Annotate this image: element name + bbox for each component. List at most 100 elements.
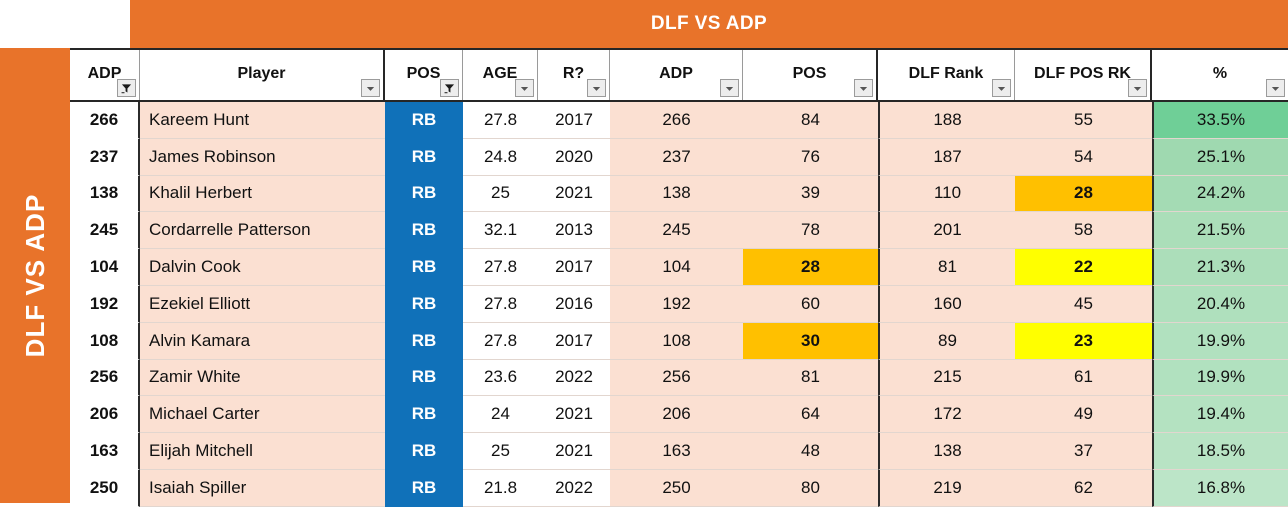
cell-dlf-pos-rk[interactable]: 54 — [1015, 138, 1152, 176]
cell-player[interactable]: Isaiah Spiller — [140, 469, 385, 507]
cell-player[interactable]: Alvin Kamara — [140, 322, 385, 360]
table-row[interactable]: 104 Dalvin Cook RB 27.8 2017 104 28 81 22 21.3% — [70, 249, 1288, 286]
cell-adp[interactable]: 245 — [610, 212, 743, 250]
cell-dlf-rank[interactable]: 215 — [878, 359, 1015, 397]
chevron-down-icon[interactable] — [720, 79, 739, 97]
cell-player[interactable]: James Robinson — [140, 138, 385, 176]
cell-position[interactable]: RB — [385, 138, 463, 176]
cell-percent[interactable]: 19.9% — [1152, 359, 1288, 397]
cell-rookie-year[interactable]: 2017 — [538, 102, 610, 139]
cell-player[interactable]: Elijah Mitchell — [140, 433, 385, 470]
cell-dlf-pos-rk[interactable]: 37 — [1015, 433, 1152, 470]
table-row[interactable]: 256 Zamir White RB 23.6 2022 256 81 215 61 19.9% — [70, 359, 1288, 397]
cell-percent[interactable]: 21.3% — [1152, 249, 1288, 286]
cell-dlf-rank[interactable]: 89 — [878, 322, 1015, 360]
cell-position[interactable]: RB — [385, 359, 463, 397]
cell-percent[interactable]: 25.1% — [1152, 138, 1288, 176]
cell-pos-rank[interactable]: 84 — [743, 102, 878, 139]
filter-icon[interactable] — [117, 79, 136, 97]
cell-dlf-pos-rk[interactable]: 23 — [1015, 322, 1152, 360]
table-row[interactable]: 245 Cordarrelle Patterson RB 32.1 2013 245 78 2… — [70, 212, 1288, 250]
cell-adp[interactable]: 163 — [610, 433, 743, 470]
cell-adp-rank[interactable]: 163 — [70, 433, 140, 470]
cell-pos-rank[interactable]: 81 — [743, 359, 878, 397]
cell-player[interactable]: Kareem Hunt — [140, 102, 385, 139]
cell-adp[interactable]: 250 — [610, 469, 743, 507]
cell-dlf-rank[interactable]: 138 — [878, 433, 1015, 470]
cell-dlf-pos-rk[interactable]: 28 — [1015, 175, 1152, 213]
cell-percent[interactable]: 19.9% — [1152, 322, 1288, 360]
cell-dlf-pos-rk[interactable]: 58 — [1015, 212, 1152, 250]
cell-percent[interactable]: 18.5% — [1152, 433, 1288, 470]
cell-dlf-rank[interactable]: 160 — [878, 285, 1015, 323]
cell-adp-rank[interactable]: 237 — [70, 138, 140, 176]
cell-rookie-year[interactable]: 2021 — [538, 396, 610, 434]
cell-rookie-year[interactable]: 2017 — [538, 249, 610, 286]
filter-icon[interactable] — [440, 79, 459, 97]
chevron-down-icon[interactable] — [515, 79, 534, 97]
cell-player[interactable]: Zamir White — [140, 359, 385, 397]
cell-pos-rank[interactable]: 39 — [743, 175, 878, 213]
cell-age[interactable]: 27.8 — [463, 285, 538, 323]
cell-adp-rank[interactable]: 245 — [70, 212, 140, 250]
cell-adp-rank[interactable]: 250 — [70, 469, 140, 507]
cell-rookie-year[interactable]: 2020 — [538, 138, 610, 176]
cell-player[interactable]: Ezekiel Elliott — [140, 285, 385, 323]
cell-dlf-rank[interactable]: 81 — [878, 249, 1015, 286]
cell-dlf-pos-rk[interactable]: 62 — [1015, 469, 1152, 507]
table-row[interactable]: 237 James Robinson RB 24.8 2020 237 76 187 54 25.… — [70, 138, 1288, 176]
cell-rookie-year[interactable]: 2016 — [538, 285, 610, 323]
cell-dlf-rank[interactable]: 187 — [878, 138, 1015, 176]
cell-percent[interactable]: 24.2% — [1152, 175, 1288, 213]
table-row[interactable]: 266 Kareem Hunt RB 27.8 2017 266 84 188 55 33.5% — [70, 102, 1288, 139]
cell-adp[interactable]: 237 — [610, 138, 743, 176]
cell-adp-rank[interactable]: 206 — [70, 396, 140, 434]
cell-position[interactable]: RB — [385, 175, 463, 213]
cell-percent[interactable]: 21.5% — [1152, 212, 1288, 250]
cell-position[interactable]: RB — [385, 212, 463, 250]
cell-age[interactable]: 23.6 — [463, 359, 538, 397]
cell-position[interactable]: RB — [385, 433, 463, 470]
cell-age[interactable]: 32.1 — [463, 212, 538, 250]
cell-position[interactable]: RB — [385, 102, 463, 139]
cell-percent[interactable]: 19.4% — [1152, 396, 1288, 434]
cell-adp-rank[interactable]: 104 — [70, 249, 140, 286]
cell-dlf-pos-rk[interactable]: 49 — [1015, 396, 1152, 434]
cell-rookie-year[interactable]: 2022 — [538, 359, 610, 397]
cell-age[interactable]: 24.8 — [463, 138, 538, 176]
cell-position[interactable]: RB — [385, 396, 463, 434]
cell-age[interactable]: 27.8 — [463, 322, 538, 360]
chevron-down-icon[interactable] — [1128, 79, 1147, 97]
cell-pos-rank[interactable]: 60 — [743, 285, 878, 323]
cell-adp-rank[interactable]: 266 — [70, 102, 140, 139]
cell-adp[interactable]: 256 — [610, 359, 743, 397]
cell-age[interactable]: 25 — [463, 433, 538, 470]
cell-age[interactable]: 21.8 — [463, 469, 538, 507]
cell-percent[interactable]: 20.4% — [1152, 285, 1288, 323]
cell-adp-rank[interactable]: 138 — [70, 175, 140, 213]
cell-adp-rank[interactable]: 108 — [70, 322, 140, 360]
cell-dlf-pos-rk[interactable]: 22 — [1015, 249, 1152, 286]
cell-age[interactable]: 27.8 — [463, 249, 538, 286]
cell-pos-rank[interactable]: 80 — [743, 469, 878, 507]
table-row[interactable]: 206 Michael Carter RB 24 2021 206 64 172 49 19.4% — [70, 396, 1288, 434]
table-row[interactable]: 163 Elijah Mitchell RB 25 2021 163 48 138 37 18.5… — [70, 433, 1288, 470]
cell-age[interactable]: 24 — [463, 396, 538, 434]
cell-age[interactable]: 25 — [463, 175, 538, 213]
cell-position[interactable]: RB — [385, 249, 463, 286]
cell-dlf-rank[interactable]: 219 — [878, 469, 1015, 507]
chevron-down-icon[interactable] — [992, 79, 1011, 97]
chevron-down-icon[interactable] — [1266, 79, 1285, 97]
cell-dlf-rank[interactable]: 110 — [878, 175, 1015, 213]
cell-adp-rank[interactable]: 192 — [70, 285, 140, 323]
table-row[interactable]: 138 Khalil Herbert RB 25 2021 138 39 110 28 24.2% — [70, 175, 1288, 213]
cell-adp[interactable]: 192 — [610, 285, 743, 323]
cell-dlf-pos-rk[interactable]: 61 — [1015, 359, 1152, 397]
cell-rookie-year[interactable]: 2017 — [538, 322, 610, 360]
cell-position[interactable]: RB — [385, 322, 463, 360]
cell-player[interactable]: Dalvin Cook — [140, 249, 385, 286]
table-row[interactable]: 250 Isaiah Spiller RB 21.8 2022 250 80 219 62 16.… — [70, 469, 1288, 507]
cell-pos-rank[interactable]: 30 — [743, 322, 878, 360]
cell-pos-rank[interactable]: 78 — [743, 212, 878, 250]
cell-dlf-pos-rk[interactable]: 55 — [1015, 102, 1152, 139]
